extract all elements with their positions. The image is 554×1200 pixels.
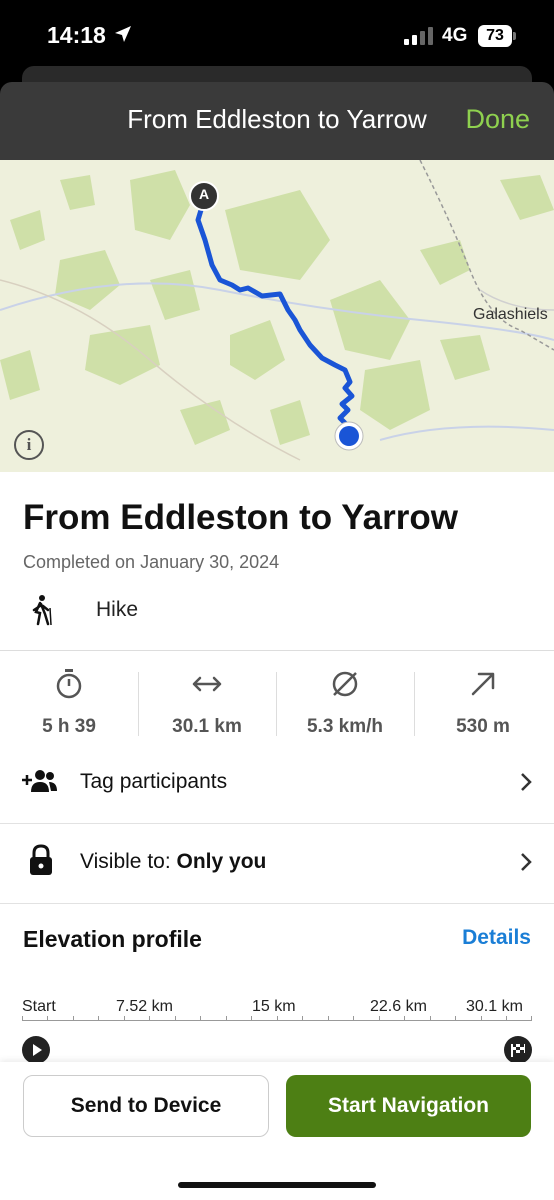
activity-type: Hike	[96, 598, 139, 621]
stats-row: 5 h 39 30.1 km 5.3 km/h 530 m	[0, 662, 554, 744]
stat-distance: 30.1 km	[138, 662, 276, 744]
divider	[0, 903, 554, 904]
details-link[interactable]: Details	[462, 926, 531, 950]
map-graphic	[0, 160, 554, 461]
map-info-button[interactable]: i	[14, 430, 44, 460]
bottom-action-bar: Send to Device Start Navigation	[0, 1062, 554, 1200]
stat-value: 30.1 km	[172, 716, 242, 737]
axis-label: 22.6 km	[370, 998, 427, 1015]
sheet-header: From Eddleston to Yarrow Done	[0, 82, 554, 162]
stat-value: 5.3 km/h	[306, 716, 384, 737]
location-arrow-icon	[115, 26, 131, 42]
stat-duration: 5 h 39	[0, 662, 138, 744]
battery-level: 73	[478, 25, 512, 47]
status-time: 14:18	[47, 22, 106, 48]
status-bar: 14:18 4G 73	[0, 0, 554, 70]
home-indicator[interactable]	[178, 1182, 376, 1188]
completed-date: Completed on January 30, 2024	[23, 552, 280, 572]
tag-participants-label: Tag participants	[80, 770, 228, 793]
signal-icon	[404, 27, 433, 45]
play-icon[interactable]	[22, 1036, 50, 1064]
stat-value: 5 h 39	[42, 716, 96, 737]
battery-icon: 73	[478, 25, 516, 47]
stat-elevation: 530 m	[414, 662, 552, 744]
send-to-device-button[interactable]: Send to Device	[23, 1075, 269, 1137]
chevron-right-icon	[521, 773, 532, 791]
activity-details: From Eddleston to Yarrow Completed on Ja…	[0, 472, 554, 1066]
chevron-right-icon	[521, 853, 532, 871]
axis-label: 30.1 km	[466, 998, 523, 1015]
start-navigation-button[interactable]: Start Navigation	[286, 1075, 531, 1137]
start-marker-label: A	[198, 186, 210, 202]
elevation-gain-icon	[471, 672, 495, 696]
network-type: 4G	[442, 25, 468, 46]
tag-participants-row[interactable]: Tag participants	[0, 744, 554, 822]
elevation-profile-title: Elevation profile	[23, 926, 202, 952]
stat-value: 530 m	[456, 716, 510, 737]
axis-label: Start	[22, 998, 56, 1015]
average-speed-icon	[332, 671, 358, 697]
done-button[interactable]: Done	[465, 104, 530, 135]
visibility-value: Only you	[176, 850, 267, 873]
hiker-icon	[32, 595, 52, 626]
lock-icon	[30, 844, 52, 875]
distance-icon	[192, 676, 222, 692]
axis-label: 7.52 km	[116, 998, 173, 1015]
stat-speed: 5.3 km/h	[276, 662, 414, 744]
finish-flag-icon	[504, 1036, 532, 1064]
stopwatch-icon	[56, 669, 82, 699]
activity-title: From Eddleston to Yarrow	[23, 498, 458, 537]
visibility-row[interactable]: Visible to: Only you	[0, 824, 554, 902]
visibility-label: Visible to: Only you	[80, 850, 266, 874]
elevation-axis: Start 7.52 km 15 km 22.6 km 30.1 km	[22, 998, 532, 1028]
route-map[interactable]: A Galashiels	[0, 160, 554, 472]
map-place-label: Galashiels	[473, 306, 548, 323]
visibility-prefix: Visible to:	[80, 850, 177, 873]
divider	[0, 650, 554, 651]
axis-label: 15 km	[252, 998, 296, 1015]
add-people-icon	[22, 770, 57, 792]
